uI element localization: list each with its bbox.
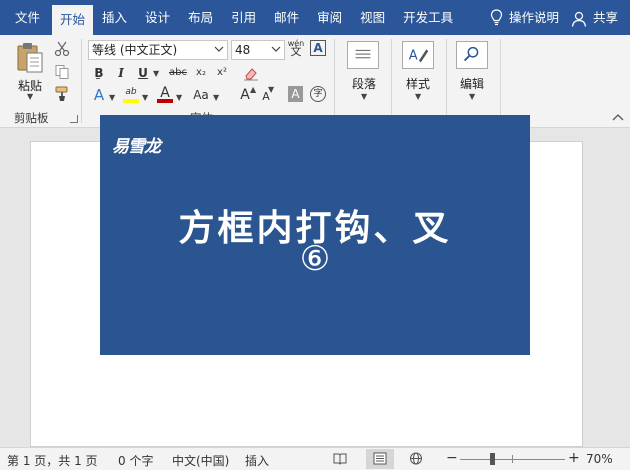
superscript-button[interactable]: x²	[213, 63, 231, 83]
insert-mode-indicator[interactable]: 插入	[245, 452, 269, 469]
read-mode-icon[interactable]	[333, 452, 347, 465]
font-color-dropdown[interactable]: ▼	[176, 93, 182, 102]
font-name-combo[interactable]: 等线 (中文正文)	[88, 40, 228, 60]
paste-icon[interactable]	[15, 41, 45, 74]
zoom-out-button[interactable]: −	[446, 450, 458, 466]
web-layout-icon[interactable]	[409, 452, 423, 465]
copy-icon[interactable]	[54, 64, 70, 80]
subscript-button[interactable]: x₂	[192, 63, 210, 83]
highlight-dropdown[interactable]: ▼	[142, 93, 148, 102]
pen-icon: A	[409, 49, 429, 64]
page-count[interactable]: 第 1 页，共 1 页	[7, 452, 98, 469]
styles-button[interactable]: 样式	[406, 75, 430, 92]
paragraph-button[interactable]: 段落	[352, 75, 376, 92]
enclose-characters-button[interactable]: 字	[310, 86, 326, 102]
chevron-down-icon[interactable]	[271, 44, 281, 54]
clear-formatting-icon[interactable]	[243, 65, 259, 81]
format-painter-icon[interactable]	[54, 86, 70, 102]
cut-icon[interactable]	[54, 41, 70, 57]
editing-dropdown[interactable]: ▼	[469, 92, 475, 101]
text-effects-dropdown[interactable]: ▼	[109, 93, 115, 102]
ribbon-tab-bar: 文件 开始 插入 设计 布局 引用 邮件 审阅 视图 开发工具 操作说明 共享	[0, 0, 630, 35]
editing-icon[interactable]	[456, 41, 488, 69]
tab-layout[interactable]: 布局	[179, 0, 222, 35]
tab-insert[interactable]: 插入	[93, 0, 136, 35]
clipboard-launcher[interactable]	[70, 115, 78, 123]
styles-dropdown[interactable]: ▼	[415, 92, 421, 101]
change-case-dropdown[interactable]: ▼	[213, 93, 219, 102]
tab-file[interactable]: 文件	[0, 0, 49, 35]
paragraph-icon[interactable]	[347, 41, 379, 69]
clipboard-group-label: 剪贴板	[14, 111, 49, 125]
text-effects-button[interactable]: A	[90, 85, 108, 105]
underline-dropdown[interactable]: ▼	[153, 69, 159, 78]
person-icon	[571, 11, 587, 27]
status-bar: 第 1 页，共 1 页 0 个字 中文(中国) 插入 − + 70%	[0, 447, 630, 470]
font-size-value: 48	[235, 43, 251, 57]
divider	[446, 39, 447, 123]
word-count[interactable]: 0 个字	[118, 452, 153, 469]
styles-icon[interactable]: A	[402, 41, 434, 69]
zoom-slider-thumb[interactable]	[490, 453, 495, 465]
font-color-swatch	[157, 99, 173, 103]
title-banner: 易雪龙 方框内打钩、叉 ⑥	[100, 115, 530, 355]
phonetic-guide-glyph: 文	[290, 45, 302, 58]
banner-number: ⑥	[299, 239, 331, 279]
highlight-color-swatch	[123, 99, 139, 103]
align-lines-icon	[355, 49, 371, 59]
print-layout-icon[interactable]	[373, 452, 387, 465]
tab-references[interactable]: 引用	[222, 0, 265, 35]
underline-button[interactable]: U	[134, 63, 152, 83]
tab-view[interactable]: 视图	[351, 0, 394, 35]
divider	[500, 39, 501, 123]
svg-text:A: A	[409, 49, 418, 64]
zoom-in-button[interactable]: +	[568, 450, 580, 466]
tab-design[interactable]: 设计	[136, 0, 179, 35]
divider	[334, 39, 335, 123]
italic-button[interactable]: I	[112, 63, 130, 83]
divider	[391, 39, 392, 123]
divider	[81, 39, 82, 123]
grow-font-arrow-icon: ▲	[250, 85, 257, 94]
change-case-button[interactable]: Aa	[190, 85, 212, 105]
bold-button[interactable]: B	[90, 63, 108, 83]
strikethrough-button[interactable]: abc	[166, 63, 190, 83]
font-size-combo[interactable]: 48	[231, 40, 285, 60]
char-shading-button[interactable]: A	[288, 86, 303, 102]
paragraph-dropdown[interactable]: ▼	[361, 92, 367, 101]
brand-logo: 易雪龙	[112, 137, 161, 157]
language-indicator[interactable]: 中文(中国)	[172, 452, 229, 469]
paste-dropdown[interactable]: ▼	[27, 92, 33, 101]
char-border-button[interactable]: A	[310, 40, 326, 56]
shrink-font-arrow-icon: ▼	[268, 85, 275, 94]
tell-me-search[interactable]: 操作说明	[507, 0, 565, 35]
chevron-down-icon[interactable]	[214, 44, 224, 54]
share-label: 共享	[592, 10, 618, 25]
lightbulb-icon[interactable]	[490, 9, 503, 26]
editing-button[interactable]: 编辑	[460, 75, 484, 92]
share-button[interactable]: 共享	[565, 0, 630, 35]
font-name-value: 等线 (中文正文)	[92, 43, 178, 57]
tab-review[interactable]: 审阅	[308, 0, 351, 35]
search-icon	[463, 46, 479, 62]
text-cursor	[96, 78, 100, 79]
zoom-slider-center-tick	[512, 455, 513, 463]
tab-developer[interactable]: 开发工具	[394, 0, 462, 35]
collapse-ribbon-icon[interactable]	[612, 113, 624, 123]
tab-mailings[interactable]: 邮件	[265, 0, 308, 35]
zoom-level[interactable]: 70%	[586, 452, 613, 466]
tab-home[interactable]: 开始	[52, 5, 94, 35]
